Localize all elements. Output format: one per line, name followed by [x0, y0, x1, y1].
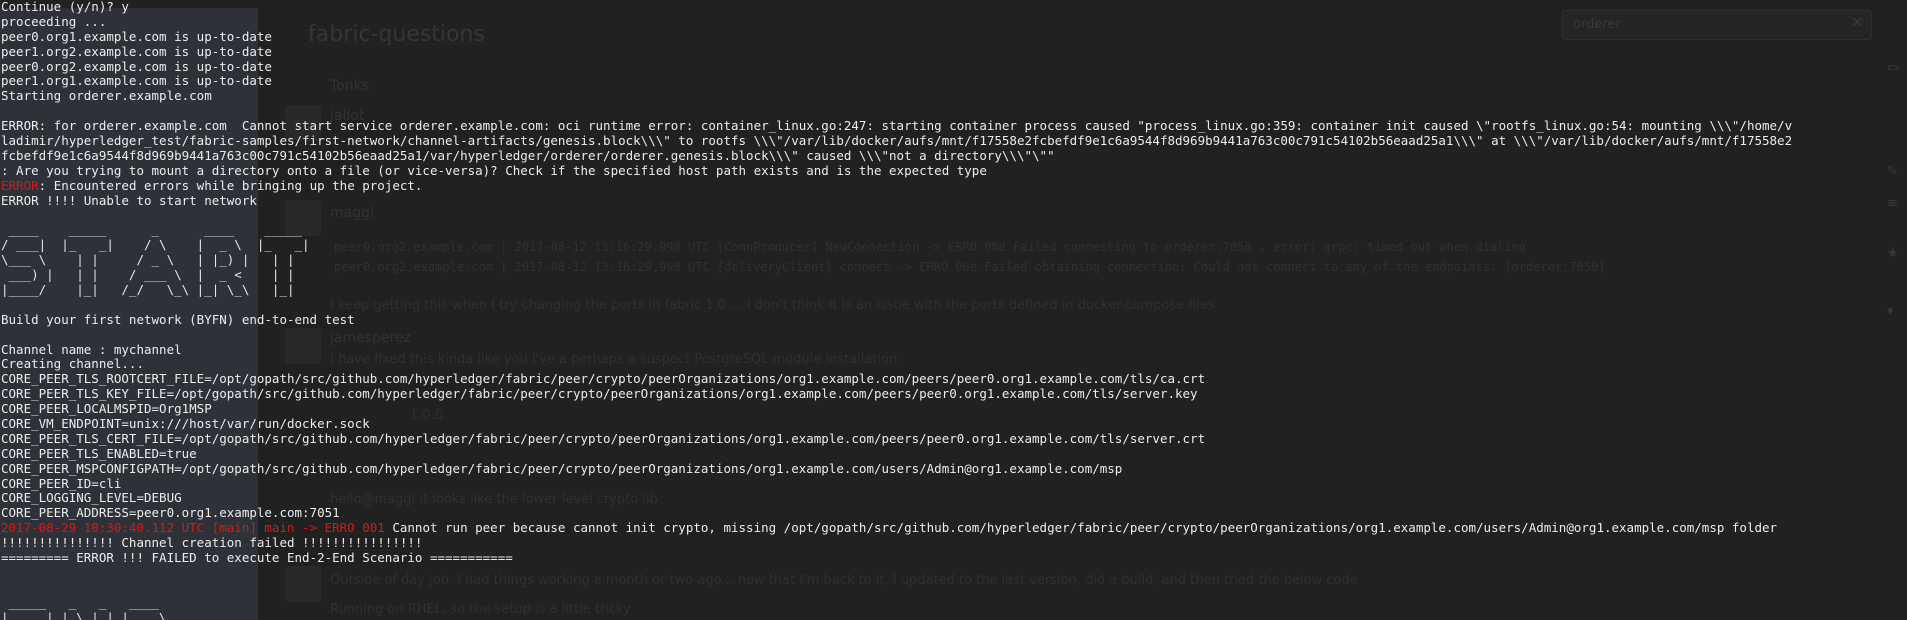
- terminal-line: CORE_PEER_ADDRESS=peer0.org1.example.com…: [1, 505, 340, 521]
- terminal-line: CORE_PEER_TLS_ENABLED=true: [1, 445, 197, 461]
- terminal-line: CORE_VM_ENDPOINT=unix:///host/var/run/do…: [1, 416, 370, 432]
- terminal-line: fcbefdf9e1c6a9544f8d969b9441a763c00c791c…: [1, 147, 1055, 163]
- error-label: ERROR: [1, 177, 39, 193]
- terminal-line: peer0.org2.example.com is up-to-date: [1, 58, 272, 74]
- terminal-window[interactable]: Continue (y/n)? y proceeding ... peer0.o…: [0, 0, 1907, 620]
- log-message: Cannot run peer because cannot init cryp…: [384, 520, 1778, 536]
- terminal-line: ladimir/hyperledger_test/fabric-samples/…: [1, 133, 1793, 149]
- terminal-line: peer0.org1.example.com is up-to-date: [1, 28, 272, 44]
- terminal-line: ERROR: Encountered errors while bringing…: [1, 177, 1907, 194]
- terminal-line: CORE_PEER_MSPCONFIGPATH=/opt/gopath/src/…: [1, 460, 1123, 476]
- terminal-line: proceeding ...: [1, 13, 107, 29]
- ascii-start-banner: ____ _____ _ ____ _____ / ___| |_ _| / \…: [1, 222, 310, 297]
- terminal-line: Build your first network (BYFN) end-to-e…: [1, 311, 355, 327]
- terminal-line: ========= ERROR !!! FAILED to execute En…: [1, 550, 513, 566]
- terminal-line: CORE_PEER_ID=cli: [1, 475, 122, 491]
- terminal-line: ERROR !!!! Unable to start network: [1, 192, 257, 208]
- terminal-line: Starting orderer.example.com: [1, 88, 212, 104]
- terminal-line: peer1.org1.example.com is up-to-date: [1, 73, 272, 89]
- terminal-line: Continue (y/n)? y: [1, 0, 129, 14]
- terminal-line: CORE_PEER_TLS_CERT_FILE=/opt/gopath/src/…: [1, 430, 1206, 446]
- log-timestamp-error: 2017-08-29 10:30:40.112 UTC [main] main …: [1, 520, 385, 536]
- terminal-line: CORE_PEER_LOCALMSPID=Org1MSP: [1, 401, 212, 417]
- terminal-line: Creating channel...: [1, 356, 144, 372]
- terminal-line: Channel name : mychannel: [1, 341, 182, 357]
- terminal-line: CORE_PEER_TLS_KEY_FILE=/opt/gopath/src/g…: [1, 386, 1198, 402]
- terminal-line: : Are you trying to mount a directory on…: [1, 162, 987, 178]
- terminal-line: peer1.org2.example.com is up-to-date: [1, 43, 272, 59]
- terminal-line: !!!!!!!!!!!!!!! Channel creation failed …: [1, 535, 423, 551]
- terminal-line: 2017-08-29 10:30:40.112 UTC [main] main …: [1, 520, 1907, 536]
- terminal-line: CORE_LOGGING_LEVEL=DEBUG: [1, 490, 182, 506]
- terminal-line: ERROR: for orderer.example.com Cannot st…: [1, 118, 1793, 134]
- ascii-end-banner: _____ _ _ ____ | ____| | \ | | | _ \: [1, 594, 167, 620]
- terminal-line: CORE_PEER_TLS_ROOTCERT_FILE=/opt/gopath/…: [1, 371, 1206, 387]
- error-message: : Encountered errors while bringing up t…: [38, 177, 423, 193]
